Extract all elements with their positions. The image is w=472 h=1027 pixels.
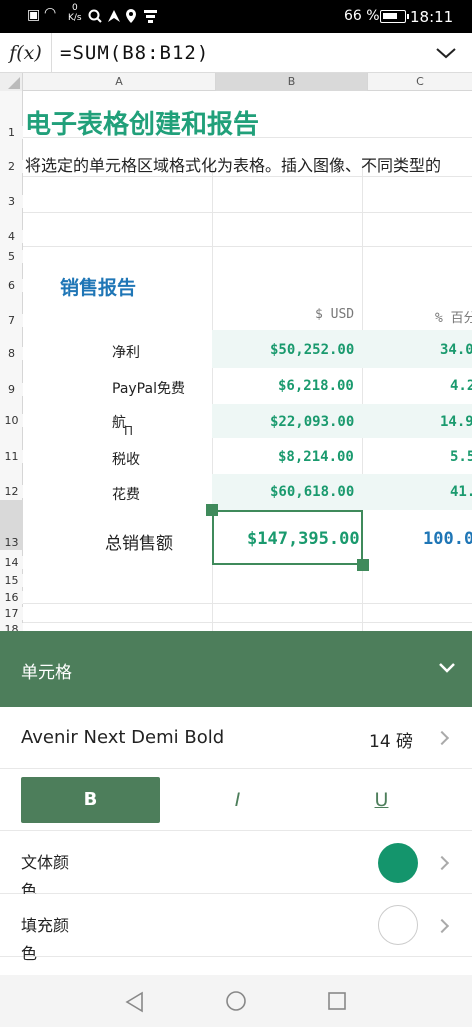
- row-header-selected[interactable]: 13: [0, 500, 23, 550]
- row-header[interactable]: 9: [0, 383, 23, 396]
- text-color-row[interactable]: 文体颜色: [0, 831, 472, 900]
- storage-icon: [144, 10, 157, 23]
- font-row[interactable]: Avenir Next Demi Bold 14 磅: [0, 707, 472, 769]
- row-header[interactable]: 7: [0, 314, 23, 327]
- item-label[interactable]: 净利: [112, 342, 140, 362]
- clock: 18:11: [410, 8, 454, 26]
- item-label[interactable]: 税收: [112, 449, 140, 469]
- row-header[interactable]: 6: [0, 279, 23, 292]
- system-nav-bar: [0, 975, 472, 1027]
- network-speed-value: 0: [71, 3, 78, 13]
- chevron-right-icon: [434, 730, 450, 746]
- row-header[interactable]: 1: [0, 126, 23, 139]
- row-header[interactable]: 15: [0, 574, 23, 587]
- column-header-c[interactable]: C: [368, 73, 472, 91]
- item-percent[interactable]: 34.0: [440, 342, 472, 358]
- fill-color-row[interactable]: 填充颜色: [0, 894, 472, 963]
- font-name: Avenir Next Demi Bold: [21, 727, 225, 748]
- item-usd[interactable]: $60,618.00: [270, 484, 354, 500]
- row-header[interactable]: 2: [0, 160, 23, 173]
- fill-color-label: 填充颜色: [21, 916, 70, 963]
- selection-handle-top-left[interactable]: [206, 504, 218, 516]
- item-percent[interactable]: 14.9: [440, 414, 472, 430]
- fill-color-swatch[interactable]: [378, 905, 418, 945]
- selection-handle-bottom-right[interactable]: [357, 559, 369, 571]
- search-icon: [88, 9, 102, 23]
- chevron-down-icon[interactable]: [438, 661, 456, 675]
- row-header[interactable]: 3: [0, 195, 23, 208]
- wifi-icon: ◠: [44, 5, 57, 21]
- back-icon[interactable]: [124, 991, 146, 1013]
- italic-button[interactable]: I: [168, 777, 307, 823]
- row-header[interactable]: 16: [0, 591, 23, 604]
- function-button[interactable]: f(x): [0, 33, 52, 73]
- chevron-right-icon: [434, 918, 450, 934]
- row-header[interactable]: 14: [0, 556, 23, 569]
- usd-column-header[interactable]: $ USD: [315, 307, 354, 322]
- sheet-title[interactable]: 电子表格创建和报告: [25, 104, 259, 141]
- row-header[interactable]: 8: [0, 347, 23, 360]
- item-percent[interactable]: 5.5: [450, 449, 472, 465]
- item-label[interactable]: 花费: [112, 484, 140, 504]
- item-percent[interactable]: 4.2: [450, 378, 472, 394]
- item-usd[interactable]: $22,093.00: [270, 414, 354, 430]
- battery-percent: 66 %: [344, 8, 380, 24]
- location-icon: [126, 9, 136, 23]
- battery-icon: [380, 10, 409, 23]
- bold-button[interactable]: B: [21, 777, 160, 823]
- chevron-right-icon: [434, 855, 450, 871]
- report-title[interactable]: 销售报告: [60, 273, 136, 300]
- column-header-b[interactable]: B: [216, 73, 368, 91]
- text-style-row: B I U: [0, 769, 472, 831]
- row-header[interactable]: 17: [0, 607, 23, 620]
- row-header[interactable]: 12: [0, 485, 23, 498]
- font-size: 14 磅: [369, 732, 414, 752]
- row-header[interactable]: 5: [0, 250, 23, 263]
- navigation-icon: [108, 10, 120, 22]
- recents-icon[interactable]: [327, 991, 347, 1011]
- total-label[interactable]: 总销售额: [105, 529, 173, 554]
- network-speed-unit: K/s: [68, 13, 82, 23]
- item-usd[interactable]: $50,252.00: [270, 342, 354, 358]
- home-icon[interactable]: [225, 990, 247, 1012]
- row-header[interactable]: 4: [0, 230, 23, 243]
- total-usd[interactable]: $147,395.00: [247, 529, 360, 549]
- item-usd[interactable]: $8,214.00: [278, 449, 354, 465]
- percent-column-header[interactable]: % 百分: [435, 307, 472, 326]
- chevron-down-icon[interactable]: [434, 43, 458, 63]
- column-header-bar: A B C: [0, 73, 472, 91]
- formula-input[interactable]: =SUM(B8:B12): [60, 33, 209, 73]
- formula-bar: f(x) =SUM(B8:B12): [0, 33, 472, 73]
- item-usd[interactable]: $6,218.00: [278, 378, 354, 394]
- text-color-swatch[interactable]: [378, 843, 418, 883]
- cell-format-panel-header[interactable]: 单元格: [0, 631, 472, 707]
- total-percent[interactable]: 100.00: [423, 529, 472, 549]
- panel-title: 单元格: [21, 663, 72, 683]
- row-header[interactable]: 10: [0, 414, 23, 427]
- notification-icon: ▣: [27, 7, 41, 23]
- status-bar: ▣ ◠ 0 K/s 66 % 18:11: [0, 0, 472, 33]
- sheet-subtitle[interactable]: 将选定的单元格区域格式化为表格。插入图像、不同类型的: [25, 152, 441, 176]
- row-header[interactable]: 11: [0, 450, 23, 463]
- underline-button[interactable]: U: [312, 777, 451, 823]
- item-percent[interactable]: 41.1: [450, 484, 472, 500]
- text-cursor-icon: Π: [124, 424, 134, 438]
- item-label[interactable]: PayPal免费: [112, 378, 185, 398]
- select-all-corner[interactable]: [0, 73, 23, 91]
- column-header-a[interactable]: A: [23, 73, 216, 91]
